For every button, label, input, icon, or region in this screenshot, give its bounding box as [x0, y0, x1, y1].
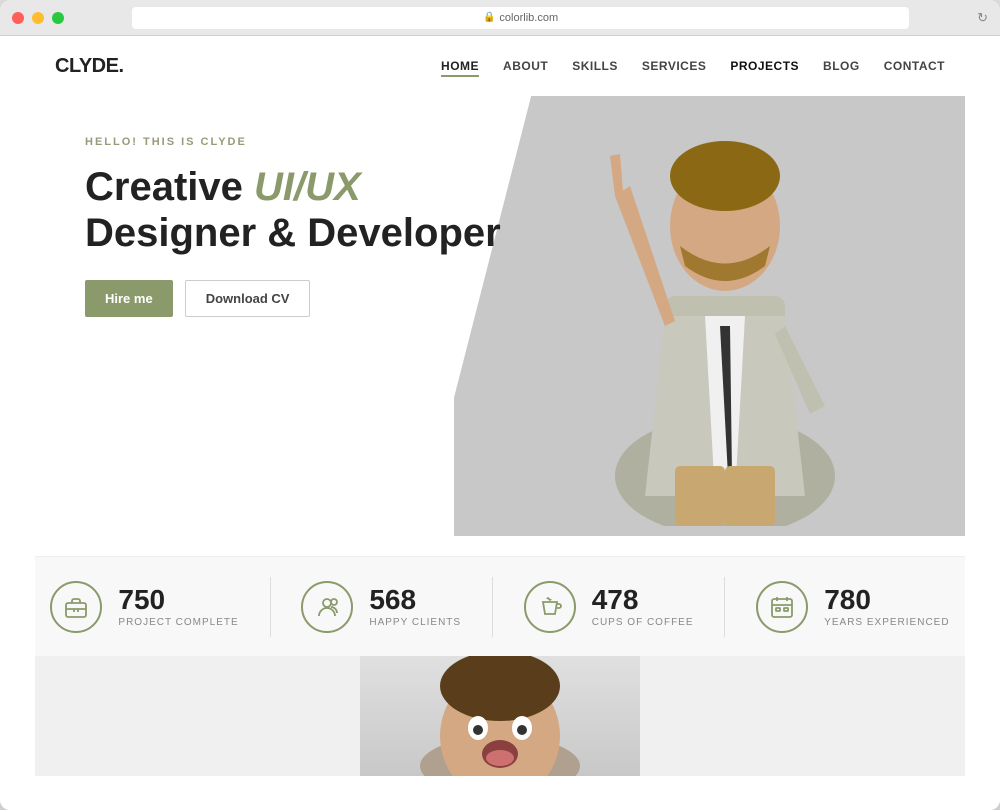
hero-title-line1: Creative UI/UX [85, 164, 501, 210]
briefcase-icon [50, 581, 102, 633]
stat-coffee-label: CUPS OF COFFEE [592, 617, 694, 628]
nav-links: HOME ABOUT SKILLS SERVICES PROJECTS BLOG… [441, 57, 945, 75]
about-preview-section [35, 656, 965, 776]
hire-me-button[interactable]: Hire me [85, 280, 173, 317]
website-content: CLYDE. HOME ABOUT SKILLS SERVICES PROJEC… [0, 36, 1000, 810]
stat-project-label: PROJECT COMPLETE [118, 617, 238, 628]
stat-project-info: 750 PROJECT COMPLETE [118, 586, 238, 628]
refresh-button[interactable]: ↻ [977, 10, 988, 26]
hero-person [565, 86, 885, 526]
hero-subtitle: HELLO! THIS IS CLYDE [85, 136, 501, 148]
hero-section: HELLO! THIS IS CLYDE Creative UI/UX Desi… [35, 36, 965, 536]
nav-skills[interactable]: SKILLS [572, 59, 618, 73]
stat-coffee-number: 478 [592, 586, 694, 614]
stat-happy-clients: 568 HAPPY CLIENTS [301, 581, 461, 633]
nav-about[interactable]: ABOUT [503, 59, 548, 73]
address-bar[interactable]: 🔒 colorlib.com [132, 7, 909, 29]
stat-coffee-info: 478 CUPS OF COFFEE [592, 586, 694, 628]
coffee-icon [524, 581, 576, 633]
hero-buttons: Hire me Download CV [85, 280, 501, 317]
stat-divider-3 [724, 577, 725, 637]
clients-icon [301, 581, 353, 633]
stat-clients-number: 568 [369, 586, 461, 614]
nav-home[interactable]: HOME [441, 59, 479, 77]
url-text: colorlib.com [499, 12, 558, 24]
hero-content: HELLO! THIS IS CLYDE Creative UI/UX Desi… [85, 136, 501, 317]
stats-section: 750 PROJECT COMPLETE [35, 556, 965, 656]
about-person-head [360, 656, 640, 776]
hero-title: Creative UI/UX Designer & Developer [85, 164, 501, 256]
nav-contact[interactable]: CONTACT [884, 59, 945, 73]
fullscreen-button[interactable] [52, 12, 64, 24]
nav-projects[interactable]: PROJECTS [730, 59, 799, 73]
site-wrapper: CLYDE. HOME ABOUT SKILLS SERVICES PROJEC… [0, 36, 1000, 810]
stat-divider-2 [492, 577, 493, 637]
browser-window: 🔒 colorlib.com ↻ CLYDE. HOME ABOUT SKILL… [0, 0, 1000, 810]
browser-titlebar: 🔒 colorlib.com ↻ [0, 0, 1000, 36]
stat-coffee: 478 CUPS OF COFFEE [524, 581, 694, 633]
download-cv-button[interactable]: Download CV [185, 280, 311, 317]
about-person-svg [360, 656, 640, 776]
stat-years-number: 780 [824, 586, 949, 614]
hero-highlight: UI/UX [254, 165, 361, 209]
stat-years: 780 YEARS EXPERIENCED [756, 581, 949, 633]
stat-clients-label: HAPPY CLIENTS [369, 617, 461, 628]
navbar: CLYDE. HOME ABOUT SKILLS SERVICES PROJEC… [35, 36, 965, 96]
calendar-icon [756, 581, 808, 633]
stat-divider-1 [270, 577, 271, 637]
stat-project-complete: 750 PROJECT COMPLETE [50, 581, 238, 633]
close-button[interactable] [12, 12, 24, 24]
nav-blog[interactable]: BLOG [823, 59, 860, 73]
stat-years-label: YEARS EXPERIENCED [824, 617, 949, 628]
stat-years-info: 780 YEARS EXPERIENCED [824, 586, 949, 628]
stat-clients-info: 568 HAPPY CLIENTS [369, 586, 461, 628]
nav-services[interactable]: SERVICES [642, 59, 706, 73]
person-svg [585, 96, 865, 526]
minimize-button[interactable] [32, 12, 44, 24]
stat-project-number: 750 [118, 586, 238, 614]
hero-title-line2: Designer & Developer [85, 210, 501, 256]
site-logo[interactable]: CLYDE. [55, 55, 124, 78]
